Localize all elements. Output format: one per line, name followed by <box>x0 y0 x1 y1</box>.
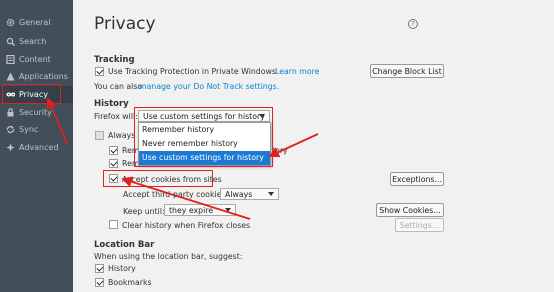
suggest-history-checkbox[interactable] <box>95 264 104 273</box>
sidebar-item-general[interactable]: General <box>0 14 73 31</box>
sidebar-item-applications[interactable]: Applications <box>0 68 73 85</box>
sidebar-item-label: Advanced <box>19 143 59 152</box>
sidebar: General Search Content Applications Priv… <box>0 0 73 292</box>
history-heading: History <box>94 99 129 109</box>
content-icon <box>6 55 15 64</box>
search-icon <box>6 37 15 46</box>
sidebar-item-label: Security <box>19 108 52 117</box>
firefox-will-label: Firefox will: <box>94 112 138 121</box>
chevron-down-icon <box>268 192 274 196</box>
annotation-box-privacy <box>2 84 61 104</box>
sync-icon <box>6 125 15 134</box>
third-party-cookies-select[interactable]: Always <box>220 188 279 200</box>
change-block-list-button[interactable]: Change Block List <box>370 64 444 78</box>
applications-icon <box>6 72 15 81</box>
clear-history-settings-button[interactable]: Settings... <box>395 218 444 232</box>
sidebar-item-label: Content <box>19 55 51 64</box>
clear-history-checkbox[interactable] <box>109 220 118 229</box>
always-private-checkbox[interactable] <box>95 131 104 140</box>
do-not-track-link[interactable]: manage your Do Not Track settings. <box>139 82 279 91</box>
suggest-bookmarks-label: Bookmarks <box>108 278 152 287</box>
gear-icon <box>6 18 15 27</box>
wizard-icon <box>6 143 15 152</box>
third-party-cookies-label: Accept third-party cookies: <box>123 190 229 199</box>
keep-until-label: Keep until: <box>123 207 165 216</box>
sidebar-item-sync[interactable]: Sync <box>0 121 73 138</box>
location-bar-heading: Location Bar <box>94 240 155 250</box>
use-tracking-protection-checkbox[interactable] <box>95 67 104 76</box>
keep-until-select[interactable]: they expire <box>164 204 236 216</box>
sidebar-item-label: General <box>19 18 51 27</box>
third-party-cookies-value: Always <box>225 189 253 199</box>
tracking-heading: Tracking <box>94 55 135 65</box>
remember-history-suffix: tory <box>272 146 288 155</box>
privacy-pane: Privacy ? Tracking Use Tracking Protecti… <box>73 0 554 292</box>
remember-search-checkbox[interactable] <box>109 159 118 168</box>
chevron-down-icon <box>225 208 231 212</box>
keep-until-value: they expire <box>169 205 214 215</box>
suggest-history-label: History <box>108 264 136 273</box>
exceptions-button[interactable]: Exceptions... <box>390 172 444 186</box>
annotation-box-dropdown <box>134 107 273 167</box>
page-title: Privacy <box>94 14 156 34</box>
sidebar-item-advanced[interactable]: Advanced <box>0 139 73 156</box>
lock-icon <box>6 108 15 117</box>
annotation-box-accept-cookies <box>103 170 213 187</box>
learn-more-link[interactable]: Learn more <box>275 67 319 76</box>
help-icon[interactable]: ? <box>408 19 418 29</box>
clear-history-label: Clear history when Firefox closes <box>122 221 251 230</box>
sidebar-item-content[interactable]: Content <box>0 51 73 68</box>
sidebar-item-security[interactable]: Security <box>0 104 73 121</box>
location-bar-when-using: When using the location bar, suggest: <box>94 252 243 261</box>
sidebar-item-label: Search <box>19 37 47 46</box>
dnt-prefix-text: You can also <box>94 82 143 91</box>
suggest-bookmarks-checkbox[interactable] <box>95 278 104 287</box>
use-tracking-protection-label: Use Tracking Protection in Private Windo… <box>108 67 276 76</box>
sidebar-item-search[interactable]: Search <box>0 33 73 50</box>
sidebar-item-label: Applications <box>19 72 68 81</box>
sidebar-item-label: Sync <box>19 125 39 134</box>
show-cookies-button[interactable]: Show Cookies... <box>376 203 444 217</box>
remember-history-checkbox[interactable] <box>109 146 118 155</box>
